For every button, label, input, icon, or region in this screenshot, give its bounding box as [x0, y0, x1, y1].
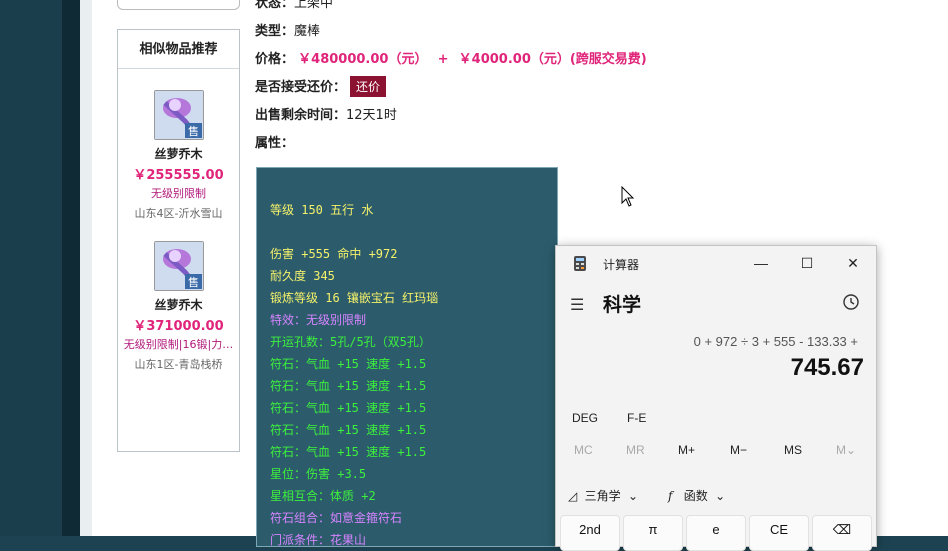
bargain-row: 是否接受还价： 还价: [255, 76, 387, 97]
backspace-key[interactable]: ⌫: [812, 515, 872, 551]
memory-store-button[interactable]: MS: [784, 443, 802, 457]
calculator-expression: 0 + 972 ÷ 3 + 555 - 133.33 +: [693, 334, 858, 349]
rec-item[interactable]: 售 丝萝乔木 ￥255555.00 无级别限制 山东4区-沂水雪山: [118, 90, 239, 221]
rec-item-name[interactable]: 丝萝乔木: [118, 296, 239, 313]
attr-line: 符石：气血 +15 速度 +1.5: [270, 423, 427, 437]
history-icon[interactable]: [842, 293, 860, 311]
price-main: ￥480000.00（元）: [298, 52, 428, 67]
memory-subtract-button[interactable]: M−: [730, 443, 747, 457]
calculator-mode-title: 科学: [603, 295, 642, 316]
attr-row: 属性：: [255, 132, 294, 151]
item-thumbnail[interactable]: 售: [153, 241, 204, 291]
pi-key[interactable]: π: [623, 515, 683, 551]
watermark-text: CC直播: [828, 42, 909, 67]
cc-logo-icon: [795, 35, 825, 65]
status-label: 状态：: [255, 0, 295, 11]
attr-line: 耐久度 345: [270, 269, 335, 283]
e-key[interactable]: e: [686, 515, 746, 551]
wand-icon: 售: [154, 91, 203, 139]
chevron-down-icon: ⌄: [627, 489, 638, 503]
attr-line: 符石：气血 +15 速度 +1.5: [270, 445, 427, 459]
bargain-button[interactable]: 还价: [350, 76, 387, 97]
memory-add-button[interactable]: M+: [678, 443, 695, 457]
hamburger-menu-icon[interactable]: ☰: [570, 295, 584, 315]
attribute-panel: 等级 150 五行 水 伤害 +555 命中 +972 耐久度 345 锻炼等级…: [256, 167, 558, 547]
status-row: 状态：上架中: [255, 0, 333, 11]
calculator-app-icon: [574, 256, 586, 271]
bargain-label: 是否接受还价：: [255, 80, 347, 95]
left-dark-strip: [62, 0, 80, 536]
attr-line: 门派条件：花果山: [270, 533, 367, 547]
trig-dropdown[interactable]: ◿ 三角学 ⌄: [568, 487, 638, 504]
sale-badge: 售: [188, 124, 199, 138]
attr-line: 符石：气血 +15 速度 +1.5: [270, 401, 427, 415]
memory-recall-button[interactable]: MR: [626, 443, 645, 457]
calculator-title: 计算器: [603, 258, 640, 272]
similar-items-title: 相似物品推荐: [118, 30, 239, 69]
type-row: 类型：魔棒: [255, 20, 320, 39]
time-row: 出售剩余时间：12天1时: [255, 104, 397, 123]
memory-clear-button[interactable]: MC: [574, 443, 593, 457]
calculator-titlebar[interactable]: 计算器 — ☐ ✕: [556, 246, 876, 280]
function-icon: f: [668, 489, 673, 503]
rec-item-price: ￥255555.00: [133, 168, 224, 183]
rec-item-price: ￥371000.00: [133, 319, 224, 334]
rec-item-note: 无级别限制: [151, 187, 206, 200]
trig-label: 三角学: [584, 489, 621, 503]
type-label: 类型：: [255, 24, 295, 39]
attr-line: 开运孔数：5孔/5孔（双5孔）: [270, 335, 431, 349]
function-dropdown[interactable]: f 函数 ⌄: [668, 487, 725, 504]
search-box[interactable]: [117, 0, 240, 10]
similar-items-panel: 相似物品推荐 售 丝萝乔木 ￥255555.00 无级别限制 山东4区-沂水雪山: [117, 29, 240, 452]
price-plus: +: [437, 52, 449, 67]
attr-line: 伤害 +555 命中 +972: [270, 247, 398, 261]
attr-line: 符石：气血 +15 速度 +1.5: [270, 379, 427, 393]
attr-line: 符石：气血 +15 速度 +1.5: [270, 357, 427, 371]
minimize-button[interactable]: —: [746, 252, 776, 274]
mouse-cursor-icon: [621, 186, 635, 207]
price-label: 价格：: [255, 52, 295, 67]
clear-entry-key[interactable]: CE: [749, 515, 809, 551]
price-row: 价格： ￥480000.00（元） + ￥4000.00（元）(跨服交易费): [255, 48, 647, 67]
close-button[interactable]: ✕: [838, 252, 868, 274]
function-label: 函数: [683, 489, 708, 503]
sale-badge: 售: [188, 275, 199, 289]
memory-list-button[interactable]: M⌄: [836, 443, 856, 457]
item-thumbnail[interactable]: 售: [153, 90, 204, 140]
attr-line: 星相互合：体质 +2: [270, 489, 376, 503]
page-edge: [80, 0, 92, 536]
triangle-ruler-icon: ◿: [568, 489, 578, 503]
attr-line: 符石组合：如意金箍符石: [270, 511, 403, 525]
deg-button[interactable]: DEG: [572, 411, 598, 425]
rec-item-name[interactable]: 丝萝乔木: [118, 145, 239, 162]
attr-label: 属性：: [255, 136, 295, 151]
cc-live-watermark: CC直播: [794, 33, 924, 67]
fe-button[interactable]: F-E: [627, 411, 646, 425]
second-function-key[interactable]: 2nd: [560, 515, 620, 551]
wand-icon: 售: [154, 242, 203, 290]
chevron-down-icon: ⌄: [715, 489, 726, 503]
status-value: 上架中: [294, 0, 334, 11]
attr-line: 特效：无级别限制: [270, 313, 367, 327]
rec-item[interactable]: 售 丝萝乔木 ￥371000.00 无级别限制|16锻|力… 山东1区-青岛栈桥: [118, 241, 239, 372]
time-label: 出售剩余时间：: [255, 108, 347, 123]
time-value: 12天1时: [346, 108, 397, 123]
type-value: 魔棒: [294, 24, 321, 39]
attr-line: 等级 150 五行 水: [270, 203, 374, 217]
rec-item-server: 山东4区-沂水雪山: [134, 207, 223, 220]
maximize-button[interactable]: ☐: [792, 252, 822, 274]
calculator-result: 745.67: [790, 354, 864, 381]
attr-line: 锻炼等级 16 镶嵌宝石 红玛瑙: [270, 291, 439, 305]
rec-item-note: 无级别限制|16锻|力…: [123, 338, 234, 351]
attr-line: 星位：伤害 +3.5: [270, 467, 367, 481]
rec-item-server: 山东1区-青岛栈桥: [134, 358, 223, 371]
price-fee: ￥4000.00（元）(跨服交易费): [458, 52, 647, 67]
calculator-window[interactable]: 计算器 — ☐ ✕ ☰ 科学 0 + 972 ÷ 3 + 555 - 133.3…: [555, 245, 877, 551]
left-background-strip: [0, 0, 62, 536]
